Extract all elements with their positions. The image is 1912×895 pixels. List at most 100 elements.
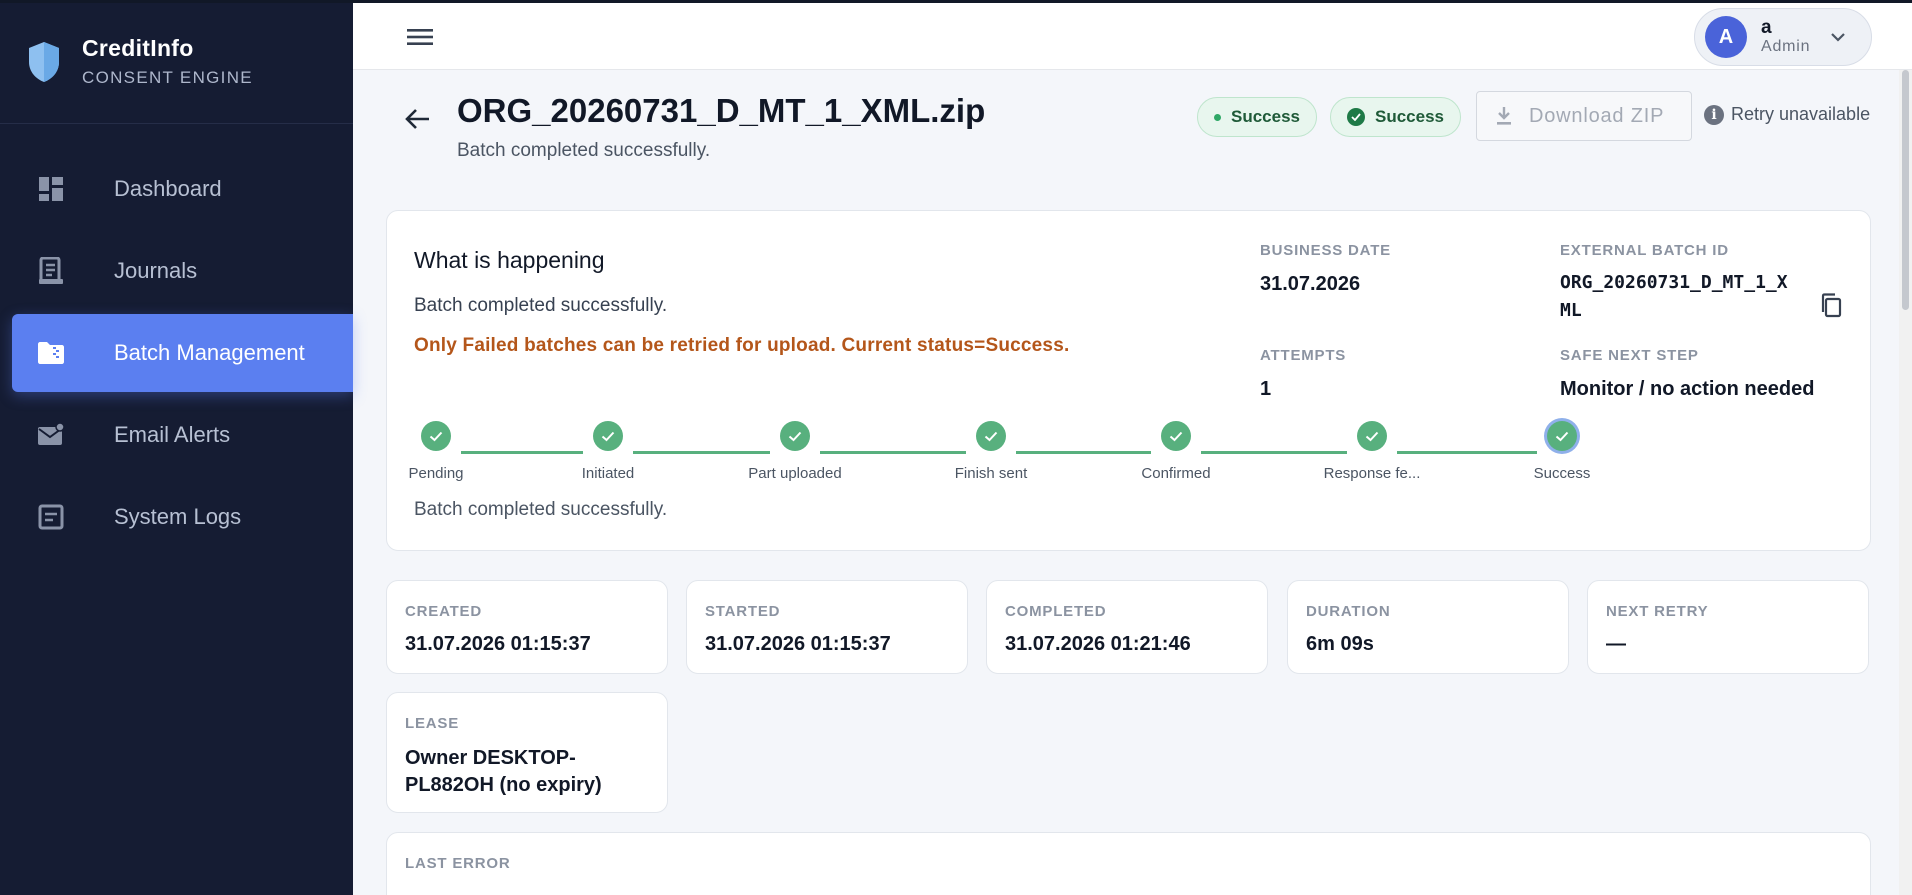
step-label: Pending <box>408 465 464 482</box>
attempts-label: ATTEMPTS <box>1260 347 1347 364</box>
step-connector <box>633 451 770 454</box>
avatar: A <box>1705 16 1747 58</box>
external-batch-id-label: EXTERNAL BATCH ID <box>1560 242 1729 259</box>
lease-label: LEASE <box>405 715 460 732</box>
attempts-value: 1 <box>1260 378 1272 400</box>
last-error-label: LAST ERROR <box>405 855 511 872</box>
step-label: Initiated <box>581 465 635 482</box>
sidebar-nav: Dashboard Journals Batch Management Emai… <box>12 150 353 560</box>
stat-value: 31.07.2026 01:15:37 <box>405 633 591 655</box>
progress-stepper: Pending Initiated Part uploaded Finish sent… <box>408 421 1846 491</box>
external-batch-id-line: ML <box>1560 300 1582 321</box>
status-card: What is happening Batch completed succes… <box>386 210 1871 551</box>
retry-status: i Retry unavailable <box>1704 104 1870 125</box>
user-role: Admin <box>1761 38 1811 55</box>
step-check-icon <box>421 421 451 451</box>
step-check-icon <box>593 421 623 451</box>
status-card-title: What is happening <box>414 247 605 273</box>
status-badge-confirmed: Success <box>1330 97 1461 137</box>
safe-next-step-value: Monitor / no action needed <box>1560 378 1815 400</box>
sidebar-item-label: Email Alerts <box>114 422 231 447</box>
page-title: ORG_20260731_D_MT_1_XML.zip <box>457 92 986 129</box>
user-name: a <box>1761 17 1772 38</box>
stat-duration: DURATION 6m 09s <box>1287 580 1569 674</box>
step-connector <box>461 451 583 454</box>
stat-created: CREATED 31.07.2026 01:15:37 <box>386 580 668 674</box>
business-date-value: 31.07.2026 <box>1260 273 1361 295</box>
chevron-down-icon <box>1831 33 1846 42</box>
step-label: Confirmed <box>1141 465 1211 482</box>
last-error-card: LAST ERROR <box>386 832 1871 895</box>
stat-label: CREATED <box>405 603 482 620</box>
stat-label: NEXT RETRY <box>1606 603 1709 620</box>
sidebar-item-label: Journals <box>114 258 198 283</box>
safe-next-step-label: SAFE NEXT STEP <box>1560 347 1699 364</box>
step-label: Response fe... <box>1323 465 1421 482</box>
brand: CreditInfo CONSENT ENGINE <box>0 0 353 124</box>
step-connector <box>1397 451 1537 454</box>
mail-alert-icon <box>36 420 66 450</box>
topbar: A a Admin <box>353 3 1912 70</box>
status-badge: Success <box>1197 97 1317 137</box>
stat-value: 31.07.2026 01:21:46 <box>1005 633 1191 655</box>
step-check-icon <box>1357 421 1387 451</box>
sidebar: CreditInfo CONSENT ENGINE Dashboard Jour… <box>0 0 353 895</box>
lease-value: Owner DESKTOP-PL882OH (no expiry) <box>405 747 602 796</box>
step-connector <box>1016 451 1151 454</box>
sidebar-item-batch-management[interactable]: Batch Management <box>12 314 353 392</box>
journal-icon <box>36 256 66 286</box>
status-dot-icon <box>1214 113 1221 121</box>
dashboard-icon <box>36 174 66 204</box>
stat-value: — <box>1606 633 1626 655</box>
download-icon <box>1497 107 1511 125</box>
download-zip-label: Download ZIP <box>1529 104 1665 127</box>
sidebar-item-label: Batch Management <box>114 340 305 365</box>
stat-label: STARTED <box>705 603 781 620</box>
sidebar-item-email-alerts[interactable]: Email Alerts <box>12 396 353 474</box>
brand-name: CreditInfo <box>82 35 194 61</box>
step-check-icon <box>1547 421 1577 451</box>
retry-warning: Only Failed batches can be retried for u… <box>414 335 1070 356</box>
stat-value: 31.07.2026 01:15:37 <box>705 633 891 655</box>
stat-value: 6m 09s <box>1306 633 1374 655</box>
sidebar-item-label: Dashboard <box>114 176 222 201</box>
lease-card: LEASE Owner DESKTOP-PL882OH (no expiry) <box>386 692 668 813</box>
page-subtitle: Batch completed successfully. <box>457 140 711 161</box>
external-batch-id-line: ORG_20260731_D_MT_1_X <box>1560 272 1788 293</box>
status-card-text: Batch completed successfully. <box>414 295 668 316</box>
sidebar-item-dashboard[interactable]: Dashboard <box>12 150 353 228</box>
brand-subtitle: CONSENT ENGINE <box>82 68 253 87</box>
stat-label: DURATION <box>1306 603 1391 620</box>
download-zip-button[interactable]: Download ZIP <box>1476 91 1692 141</box>
step-check-icon <box>1161 421 1191 451</box>
info-icon: i <box>1704 104 1724 125</box>
menu-icon[interactable] <box>405 23 435 51</box>
retry-label: Retry unavailable <box>1731 104 1871 124</box>
sidebar-item-system-logs[interactable]: System Logs <box>12 478 353 556</box>
scrollbar-thumb[interactable] <box>1902 70 1909 310</box>
status-badge-label: Success <box>1375 107 1444 126</box>
scrollbar[interactable] <box>1899 70 1912 895</box>
folder-zip-icon <box>36 338 66 368</box>
back-arrow-icon[interactable] <box>402 103 434 135</box>
sidebar-item-label: System Logs <box>114 504 242 529</box>
copy-icon[interactable] <box>1819 293 1843 319</box>
sidebar-item-journals[interactable]: Journals <box>12 232 353 310</box>
stat-next-retry: NEXT RETRY — <box>1587 580 1869 674</box>
log-icon <box>36 502 66 532</box>
step-label: Finish sent <box>954 465 1028 482</box>
stat-started: STARTED 31.07.2026 01:15:37 <box>686 580 968 674</box>
step-connector <box>1201 451 1347 454</box>
top-border <box>0 0 1912 3</box>
stat-label: COMPLETED <box>1005 603 1107 620</box>
shield-icon <box>29 41 59 82</box>
step-connector <box>820 451 966 454</box>
status-badge-label: Success <box>1231 107 1300 126</box>
user-menu[interactable]: A a Admin <box>1694 8 1872 66</box>
check-circle-icon <box>1347 108 1365 126</box>
step-check-icon <box>780 421 810 451</box>
external-batch-id-value: ORG_20260731_D_MT_1_X ML <box>1560 269 1788 325</box>
business-date-label: BUSINESS DATE <box>1260 242 1391 259</box>
stepper-footer: Batch completed successfully. <box>414 499 668 520</box>
step-label: Part uploaded <box>748 465 842 482</box>
